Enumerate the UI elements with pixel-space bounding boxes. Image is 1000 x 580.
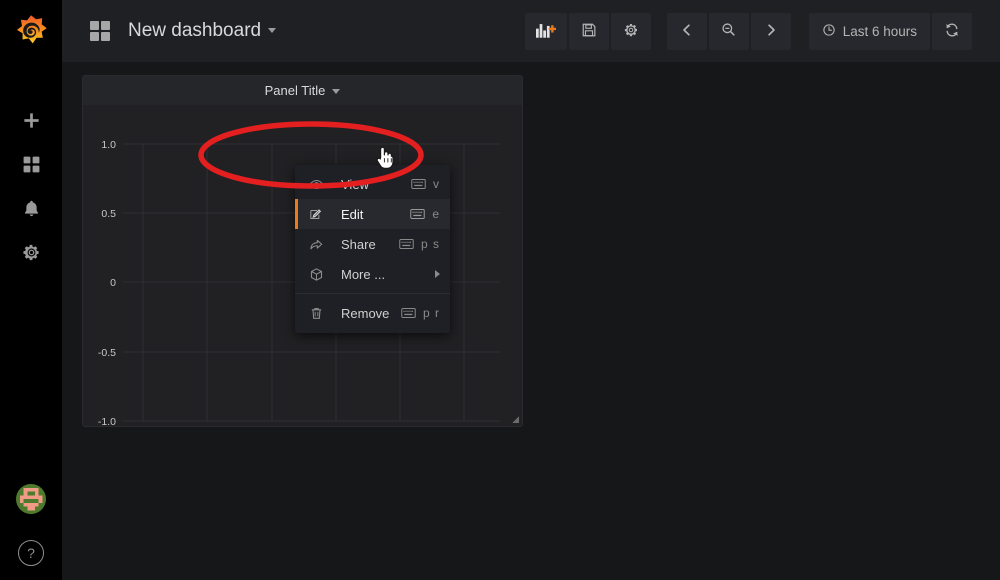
top-navbar: New dashboard Last 6 hours <box>62 0 1000 62</box>
sidebar-item-create[interactable] <box>0 98 62 142</box>
context-menu-shortcut: p r <box>401 306 440 320</box>
four-squares-icon[interactable] <box>90 21 110 41</box>
navbar-right-group: Last 6 hours <box>524 12 1000 50</box>
time-shift-forward-button[interactable] <box>750 12 791 50</box>
shortcut-key: p s <box>420 237 440 251</box>
context-menu-item-edit[interactable]: Edit e <box>295 199 450 229</box>
refresh-dashboard-button[interactable] <box>932 12 972 50</box>
sidebar-item-alerting[interactable] <box>0 186 62 230</box>
dashboard-canvas: Panel Title 1.0 0.5 0 -0.5 -1.0 View v E… <box>62 62 1000 580</box>
panel-header: Panel Title <box>83 76 522 105</box>
save-dashboard-button[interactable] <box>568 12 609 50</box>
context-menu-item-remove[interactable]: Remove p r <box>295 298 450 328</box>
question-mark-icon: ? <box>27 545 35 561</box>
keyboard-icon <box>411 179 426 189</box>
pencil-icon <box>308 206 325 223</box>
y-tick-label: 0 <box>110 277 116 289</box>
y-tick-label: -0.5 <box>98 347 116 359</box>
eye-icon <box>308 176 325 193</box>
resize-handle-icon[interactable] <box>507 411 521 425</box>
time-shift-back-button[interactable] <box>666 12 707 50</box>
shortcut-key: e <box>432 207 440 221</box>
refresh-icon <box>944 22 960 41</box>
four-squares-icon <box>22 155 41 174</box>
magnifier-minus-icon <box>721 22 736 40</box>
context-menu-item-share[interactable]: Share p s <box>295 229 450 259</box>
y-tick-label: -1.0 <box>98 416 116 427</box>
keyboard-icon <box>410 209 426 219</box>
panel-title[interactable]: Panel Title <box>265 83 341 98</box>
add-panel-button[interactable] <box>524 12 567 50</box>
panel-context-menu: View v Edit e Share p s More ... Remove … <box>295 165 450 333</box>
sidebar-item-configuration[interactable] <box>0 230 62 274</box>
keyboard-icon <box>399 239 414 249</box>
context-menu-divider <box>295 293 450 294</box>
floppy-disk-icon <box>581 22 597 41</box>
sidebar-item-dashboards[interactable] <box>0 142 62 186</box>
context-menu-item-view[interactable]: View v <box>295 169 450 199</box>
y-tick-label: 0.5 <box>101 208 116 220</box>
avatar[interactable] <box>16 484 46 514</box>
time-picker-group: Last 6 hours <box>808 12 972 50</box>
chevron-right-icon <box>764 23 778 40</box>
chevron-right-icon <box>435 270 440 278</box>
context-menu-item-label: More ... <box>341 266 386 282</box>
context-menu-item-label: View <box>341 176 369 192</box>
dashboard-title-text: New dashboard <box>128 20 262 41</box>
gear-icon <box>623 22 639 41</box>
grafana-logo-icon[interactable] <box>0 0 62 62</box>
submenu-indicator <box>435 270 440 278</box>
bell-icon <box>22 199 41 218</box>
shortcut-key: v <box>433 177 440 191</box>
gear-icon <box>22 243 41 262</box>
plus-icon <box>22 111 41 130</box>
main-sidebar: ? <box>0 0 62 580</box>
context-menu-item-more[interactable]: More ... <box>295 259 450 289</box>
y-tick-label: 1.0 <box>101 139 116 151</box>
clock-icon <box>822 23 836 40</box>
y-axis-tick-labels: 1.0 0.5 0 -0.5 -1.0 <box>98 139 116 427</box>
context-menu-item-label: Edit <box>341 206 364 222</box>
share-icon <box>308 236 325 253</box>
context-menu-shortcut: p s <box>399 237 440 251</box>
add-panel-icon <box>535 22 556 41</box>
time-range-picker[interactable]: Last 6 hours <box>808 12 930 50</box>
time-range-label: Last 6 hours <box>842 23 917 39</box>
context-menu-shortcut: e <box>410 207 440 221</box>
context-menu-shortcut: v <box>411 177 440 191</box>
context-menu-item-label: Share <box>341 236 376 252</box>
chevron-down-icon <box>332 89 341 95</box>
chevron-left-icon <box>680 23 694 40</box>
cube-icon <box>308 266 325 283</box>
help-icon[interactable]: ? <box>18 540 44 566</box>
navbar-left-group: New dashboard <box>62 20 277 42</box>
context-menu-item-label: Remove <box>341 305 390 321</box>
dashboard-settings-button[interactable] <box>610 12 651 50</box>
shortcut-key: p r <box>422 306 440 320</box>
trash-icon <box>308 305 325 322</box>
time-nav-group <box>666 12 791 50</box>
panel-title-text: Panel Title <box>264 83 326 98</box>
zoom-out-time-range-button[interactable] <box>708 12 749 50</box>
chevron-down-icon <box>268 28 277 34</box>
keyboard-icon <box>401 308 416 318</box>
dashboard-title[interactable]: New dashboard <box>128 20 277 42</box>
